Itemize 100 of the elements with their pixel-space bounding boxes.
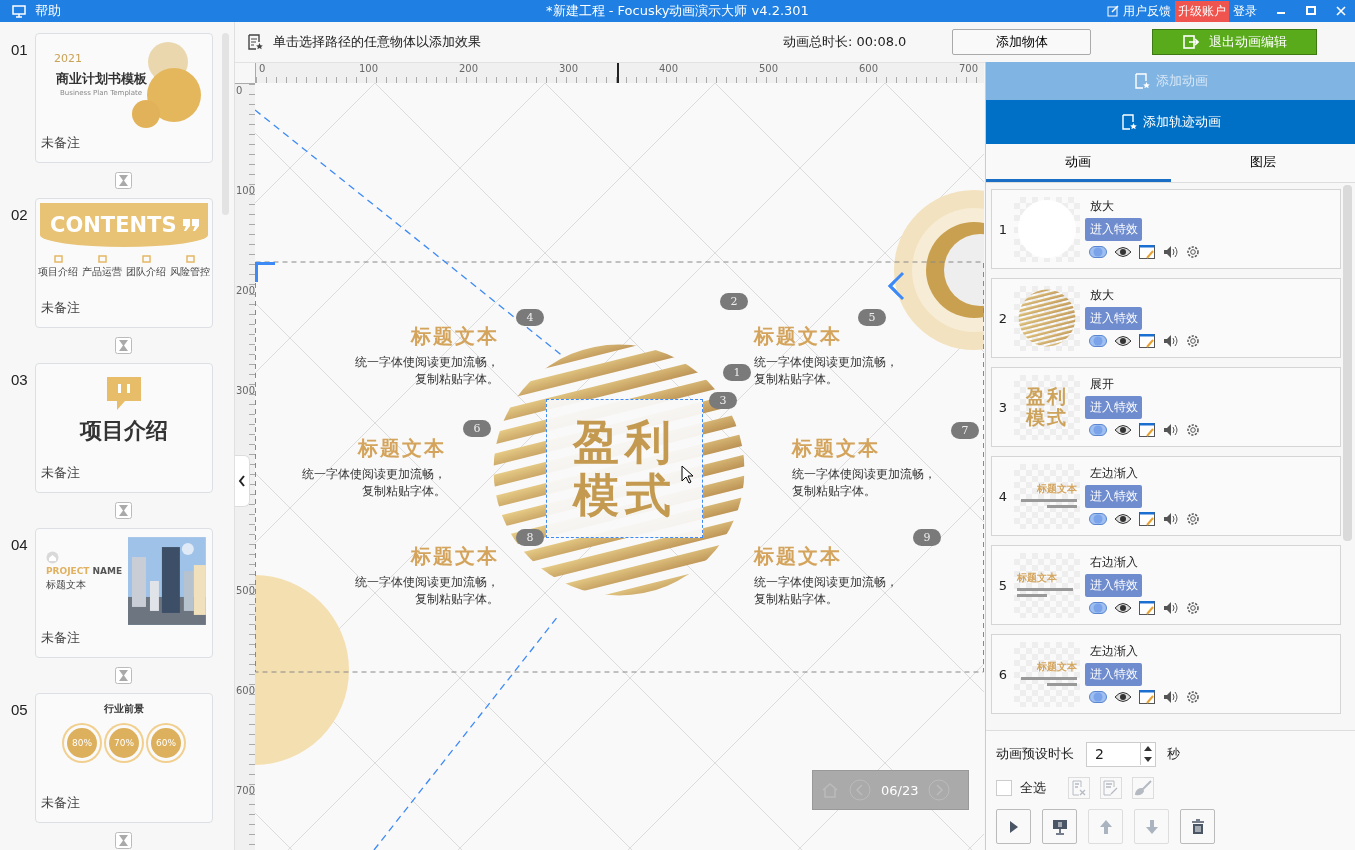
star-list-icon (1133, 73, 1150, 89)
settings-icon[interactable] (1185, 333, 1201, 349)
play-icon (1008, 820, 1019, 833)
slide-number: 02 (10, 205, 29, 225)
edit-window-icon[interactable] (1139, 689, 1156, 705)
speaker-icon[interactable] (1163, 334, 1178, 348)
slide-number: 04 (10, 535, 29, 555)
effect-button[interactable]: 进入特效 (1085, 396, 1142, 419)
step-badge[interactable]: 8 (516, 529, 544, 546)
corner-handle[interactable] (255, 262, 275, 282)
select-all-checkbox[interactable] (996, 780, 1012, 796)
help-menu[interactable]: 帮助 (35, 2, 61, 20)
upgrade-button[interactable]: 升级账户 (1175, 0, 1229, 22)
slide-number: 03 (10, 370, 29, 390)
settings-icon[interactable] (1185, 422, 1201, 438)
arrow-down-icon (1144, 818, 1159, 835)
step-badge[interactable]: 3 (709, 392, 737, 409)
eye-icon[interactable] (1114, 246, 1132, 258)
ruler-label: 600 (859, 64, 879, 74)
body-text: 统一字体使阅读更加流畅， (754, 574, 898, 591)
ruler-label: 200 (236, 286, 255, 296)
topic-icon (53, 255, 63, 264)
add-path-animation-button[interactable]: 添加轨迹动画 (986, 100, 1355, 144)
toggle-icon[interactable] (1089, 335, 1107, 347)
toggle-icon[interactable] (1089, 246, 1107, 258)
animation-item[interactable]: 1 放大 进入特效 (991, 189, 1341, 269)
slide-card[interactable]: PROJECT NAME 标题文本 未备注 (35, 528, 213, 658)
step-badge[interactable]: 9 (913, 529, 941, 546)
toggle-icon[interactable] (1089, 513, 1107, 525)
thumbnail-text: 盈利 (1026, 386, 1068, 407)
toggle-icon[interactable] (1089, 691, 1107, 703)
maximize-icon[interactable] (1305, 5, 1317, 17)
body-text: 复制粘贴字体。 (415, 591, 499, 608)
edit-window-icon[interactable] (1139, 600, 1156, 616)
effect-button[interactable]: 进入特效 (1085, 574, 1142, 597)
step-badge[interactable]: 7 (951, 422, 979, 439)
slide-year: 2021 (54, 52, 82, 65)
edit-window-icon[interactable] (1139, 422, 1156, 438)
duration-spinner[interactable]: 2 (1086, 741, 1156, 767)
effect-button[interactable]: 进入特效 (1085, 663, 1142, 686)
settings-icon[interactable] (1185, 600, 1201, 616)
slide-card[interactable]: 行业前景 80% 70% 60% 未备注 (35, 693, 213, 823)
thumbnail-text: 标题文本 (1037, 482, 1077, 496)
edit-window-icon[interactable] (1139, 511, 1156, 527)
eye-icon[interactable] (1114, 424, 1132, 436)
toggle-icon[interactable] (1089, 602, 1107, 614)
feedback-link[interactable]: 用户反馈 (1123, 2, 1171, 20)
edit-window-icon[interactable] (1139, 244, 1156, 260)
heading-text: 标题文本 (792, 435, 880, 462)
speaker-icon[interactable] (1163, 601, 1178, 615)
text-selection-box[interactable]: 盈利 模式 (546, 399, 703, 538)
scrollbar-thumb[interactable] (1343, 185, 1352, 541)
play-button[interactable] (996, 809, 1031, 844)
settings-icon[interactable] (1185, 511, 1201, 527)
presentation-icon[interactable] (12, 4, 26, 18)
animation-item[interactable]: 5 标题文本 右边渐入 进入特效 (991, 545, 1341, 625)
ruler-label: 300 (559, 64, 579, 74)
step-badge[interactable]: 1 (723, 364, 751, 381)
login-link[interactable]: 登录 (1233, 2, 1257, 20)
heading-text: 标题文本 (358, 435, 446, 462)
close-icon[interactable] (1335, 5, 1347, 17)
step-badge[interactable]: 4 (516, 309, 544, 326)
delete-button[interactable] (1180, 809, 1215, 844)
heading-text: 标题文本 (411, 543, 499, 570)
speaker-icon[interactable] (1163, 690, 1178, 704)
settings-icon[interactable] (1185, 689, 1201, 705)
settings-icon[interactable] (1185, 244, 1201, 260)
canvas[interactable]: 盈利 模式 标题文本 统一字体使阅读更加流畅， 复制粘贴字体。 标题文本 统一字体使阅读更加流畅， 复制粘贴字体。 标题文本 统一字体使阅读更加流畅， 复制粘贴字体。 标题文本 统一字体使阅读更加流畅， 复制粘贴字体。 标题文本 统一字体使阅读更加流畅， 复制粘贴字体。 标题文本 统一字体使阅读更加流畅， 复制粘贴字体。 4 2 5 1 3 6 7 8 9 06/23 (255, 83, 984, 850)
heading-text: 标题文本 (754, 323, 842, 350)
step-badge[interactable]: 6 (463, 420, 491, 437)
edit-list-icon (1103, 780, 1119, 796)
ruler-label: 200 (459, 64, 479, 74)
animation-item[interactable]: 4 标题文本 左边渐入 进入特效 (991, 456, 1341, 536)
toggle-icon[interactable] (1089, 424, 1107, 436)
animation-item[interactable]: 2 放大 进入特效 (991, 278, 1341, 358)
eye-icon[interactable] (1114, 691, 1132, 703)
speaker-icon[interactable] (1163, 423, 1178, 437)
effect-button[interactable]: 进入特效 (1085, 218, 1142, 241)
slide-card[interactable]: 项目介绍 未备注 (35, 363, 213, 493)
body-text: 复制粘贴字体。 (792, 483, 876, 500)
effect-button[interactable]: 进入特效 (1085, 307, 1142, 330)
add-object-button[interactable]: 添加物体 (952, 29, 1092, 55)
step-badge[interactable]: 5 (858, 309, 886, 326)
effect-button[interactable]: 进入特效 (1085, 485, 1142, 508)
trash-icon (1190, 818, 1205, 835)
edit-window-icon[interactable] (1139, 333, 1156, 349)
page-counter: 06/23 (881, 782, 919, 798)
center-title: 盈利 (572, 418, 677, 467)
present-button[interactable] (1042, 809, 1077, 844)
speaker-icon[interactable] (1163, 512, 1178, 526)
animation-item[interactable]: 6 标题文本 左边渐入 进入特效 (991, 634, 1341, 714)
ruler-label: 100 (236, 186, 255, 196)
eye-icon[interactable] (1114, 602, 1132, 614)
eye-icon[interactable] (1114, 335, 1132, 347)
eye-icon[interactable] (1114, 513, 1132, 525)
slide-card[interactable]: CONTENTS 项目介绍 产品运营 团队介绍 风险管控 未备注 (35, 198, 213, 328)
exit-animation-button[interactable]: 退出动画编辑 (1152, 29, 1318, 55)
speaker-icon[interactable] (1163, 245, 1178, 259)
step-badge[interactable]: 2 (720, 293, 748, 310)
collapse-button[interactable] (235, 455, 250, 507)
